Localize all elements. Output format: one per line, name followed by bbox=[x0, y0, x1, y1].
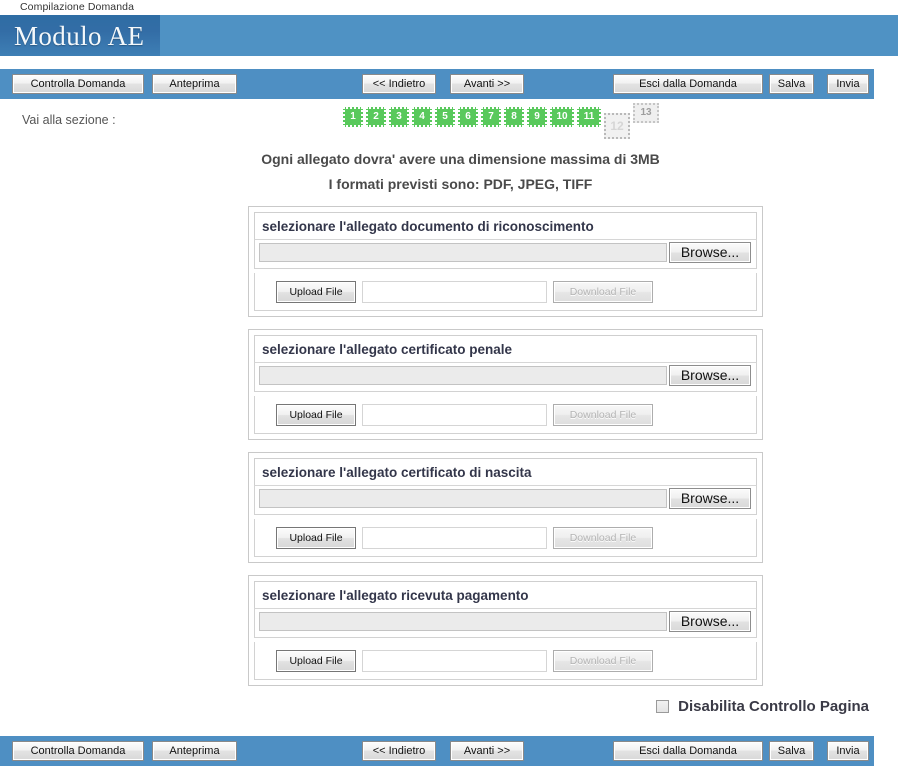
upload-file-button[interactable]: Upload File bbox=[276, 404, 356, 426]
file-select-row: Browse... bbox=[254, 486, 757, 515]
browse-button[interactable]: Browse... bbox=[669, 611, 751, 632]
download-file-button: Download File bbox=[553, 404, 653, 426]
file-select-row: Browse... bbox=[254, 363, 757, 392]
download-file-button: Download File bbox=[553, 650, 653, 672]
attachment-panel: selezionare l'allegato certificato penal… bbox=[248, 329, 763, 440]
disable-page-check-row: Disabilita Controllo Pagina bbox=[0, 698, 921, 724]
section-button-9[interactable]: 9 bbox=[527, 107, 547, 127]
file-path-field[interactable] bbox=[259, 243, 667, 262]
attachment-panel-title: selezionare l'allegato certificato di na… bbox=[254, 458, 757, 486]
file-select-row: Browse... bbox=[254, 240, 757, 269]
upload-file-button[interactable]: Upload File bbox=[276, 281, 356, 303]
uploaded-file-name-input[interactable] bbox=[362, 527, 547, 549]
section-button-2[interactable]: 2 bbox=[366, 107, 386, 127]
section-button-8[interactable]: 8 bbox=[504, 107, 524, 127]
attachment-panel-title: selezionare l'allegato certificato penal… bbox=[254, 335, 757, 363]
bottom-spacer bbox=[0, 766, 921, 771]
upload-row: Upload File Download File bbox=[254, 519, 757, 557]
uploaded-file-name-input[interactable] bbox=[362, 650, 547, 672]
file-path-field[interactable] bbox=[259, 366, 667, 385]
disabilita-controllo-pagina-checkbox[interactable] bbox=[655, 700, 669, 713]
upload-file-button[interactable]: Upload File bbox=[276, 650, 356, 672]
upload-row: Upload File Download File bbox=[254, 273, 757, 311]
section-button-group: 1 2 3 4 5 6 7 8 9 10 111213 bbox=[343, 103, 662, 139]
toolbar-top: Controlla Domanda Anteprima << Indietro … bbox=[0, 69, 874, 99]
document-title: Compilazione Domanda bbox=[0, 0, 921, 15]
anteprima-button-bottom[interactable]: Anteprima bbox=[152, 741, 237, 761]
esci-dalla-domanda-button-bottom[interactable]: Esci dalla Domanda bbox=[613, 741, 763, 761]
file-path-field[interactable] bbox=[259, 489, 667, 508]
disabilita-controllo-pagina-label: Disabilita Controllo Pagina bbox=[678, 698, 869, 715]
section-button-1[interactable]: 1 bbox=[343, 107, 363, 127]
section-button-13: 13 bbox=[633, 103, 659, 123]
browse-button[interactable]: Browse... bbox=[669, 365, 751, 386]
banner-title: Modulo AE bbox=[14, 21, 145, 51]
section-button-11[interactable]: 11 bbox=[577, 107, 601, 127]
upload-file-button[interactable]: Upload File bbox=[276, 527, 356, 549]
browse-button[interactable]: Browse... bbox=[669, 488, 751, 509]
anteprima-button-top[interactable]: Anteprima bbox=[152, 74, 237, 94]
uploaded-file-name-input[interactable] bbox=[362, 404, 547, 426]
download-file-button: Download File bbox=[553, 527, 653, 549]
controlla-domanda-button-bottom[interactable]: Controlla Domanda bbox=[12, 741, 144, 761]
avanti-button-bottom[interactable]: Avanti >> bbox=[450, 741, 524, 761]
controlla-domanda-button-top[interactable]: Controlla Domanda bbox=[12, 74, 144, 94]
attachment-panel-title: selezionare l'allegato documento di rico… bbox=[254, 212, 757, 240]
esci-dalla-domanda-button-top[interactable]: Esci dalla Domanda bbox=[613, 74, 763, 94]
invia-button-bottom[interactable]: Invia bbox=[827, 741, 869, 761]
section-button-6[interactable]: 6 bbox=[458, 107, 478, 127]
avanti-button-top[interactable]: Avanti >> bbox=[450, 74, 524, 94]
file-path-field[interactable] bbox=[259, 612, 667, 631]
info-line-max-size: Ogni allegato dovra' avere una dimension… bbox=[261, 151, 660, 167]
bottom-bar-wrapper: Controlla Domanda Anteprima << Indietro … bbox=[0, 736, 921, 771]
attachment-panel: selezionare l'allegato documento di rico… bbox=[248, 206, 763, 317]
app-banner: Modulo AE bbox=[0, 15, 898, 56]
section-nav-label: Vai alla sezione : bbox=[22, 113, 116, 127]
attachment-panels: selezionare l'allegato documento di rico… bbox=[248, 206, 763, 686]
section-navigation: Vai alla sezione : 1 2 3 4 5 6 7 8 9 10 111213 bbox=[0, 103, 921, 139]
invia-button-top[interactable]: Invia bbox=[827, 74, 869, 94]
section-button-5[interactable]: 5 bbox=[435, 107, 455, 127]
attachment-panel: selezionare l'allegato ricevuta pagament… bbox=[248, 575, 763, 686]
browse-button[interactable]: Browse... bbox=[669, 242, 751, 263]
attachment-panel: selezionare l'allegato certificato di na… bbox=[248, 452, 763, 563]
section-button-12: 12 bbox=[604, 113, 630, 139]
section-button-4[interactable]: 4 bbox=[412, 107, 432, 127]
indietro-button-top[interactable]: << Indietro bbox=[362, 74, 436, 94]
section-button-3[interactable]: 3 bbox=[389, 107, 409, 127]
upload-row: Upload File Download File bbox=[254, 396, 757, 434]
salva-button-bottom[interactable]: Salva bbox=[769, 741, 814, 761]
info-line-formats: I formati previsti sono: PDF, JPEG, TIFF bbox=[328, 176, 593, 192]
indietro-button-bottom[interactable]: << Indietro bbox=[362, 741, 436, 761]
uploaded-file-name-input[interactable] bbox=[362, 281, 547, 303]
file-select-row: Browse... bbox=[254, 609, 757, 638]
attachment-panel-title: selezionare l'allegato ricevuta pagament… bbox=[254, 581, 757, 609]
toolbar-bottom: Controlla Domanda Anteprima << Indietro … bbox=[0, 736, 874, 766]
download-file-button: Download File bbox=[553, 281, 653, 303]
section-button-10[interactable]: 10 bbox=[550, 107, 574, 127]
upload-row: Upload File Download File bbox=[254, 642, 757, 680]
salva-button-top[interactable]: Salva bbox=[769, 74, 814, 94]
section-button-7[interactable]: 7 bbox=[481, 107, 501, 127]
